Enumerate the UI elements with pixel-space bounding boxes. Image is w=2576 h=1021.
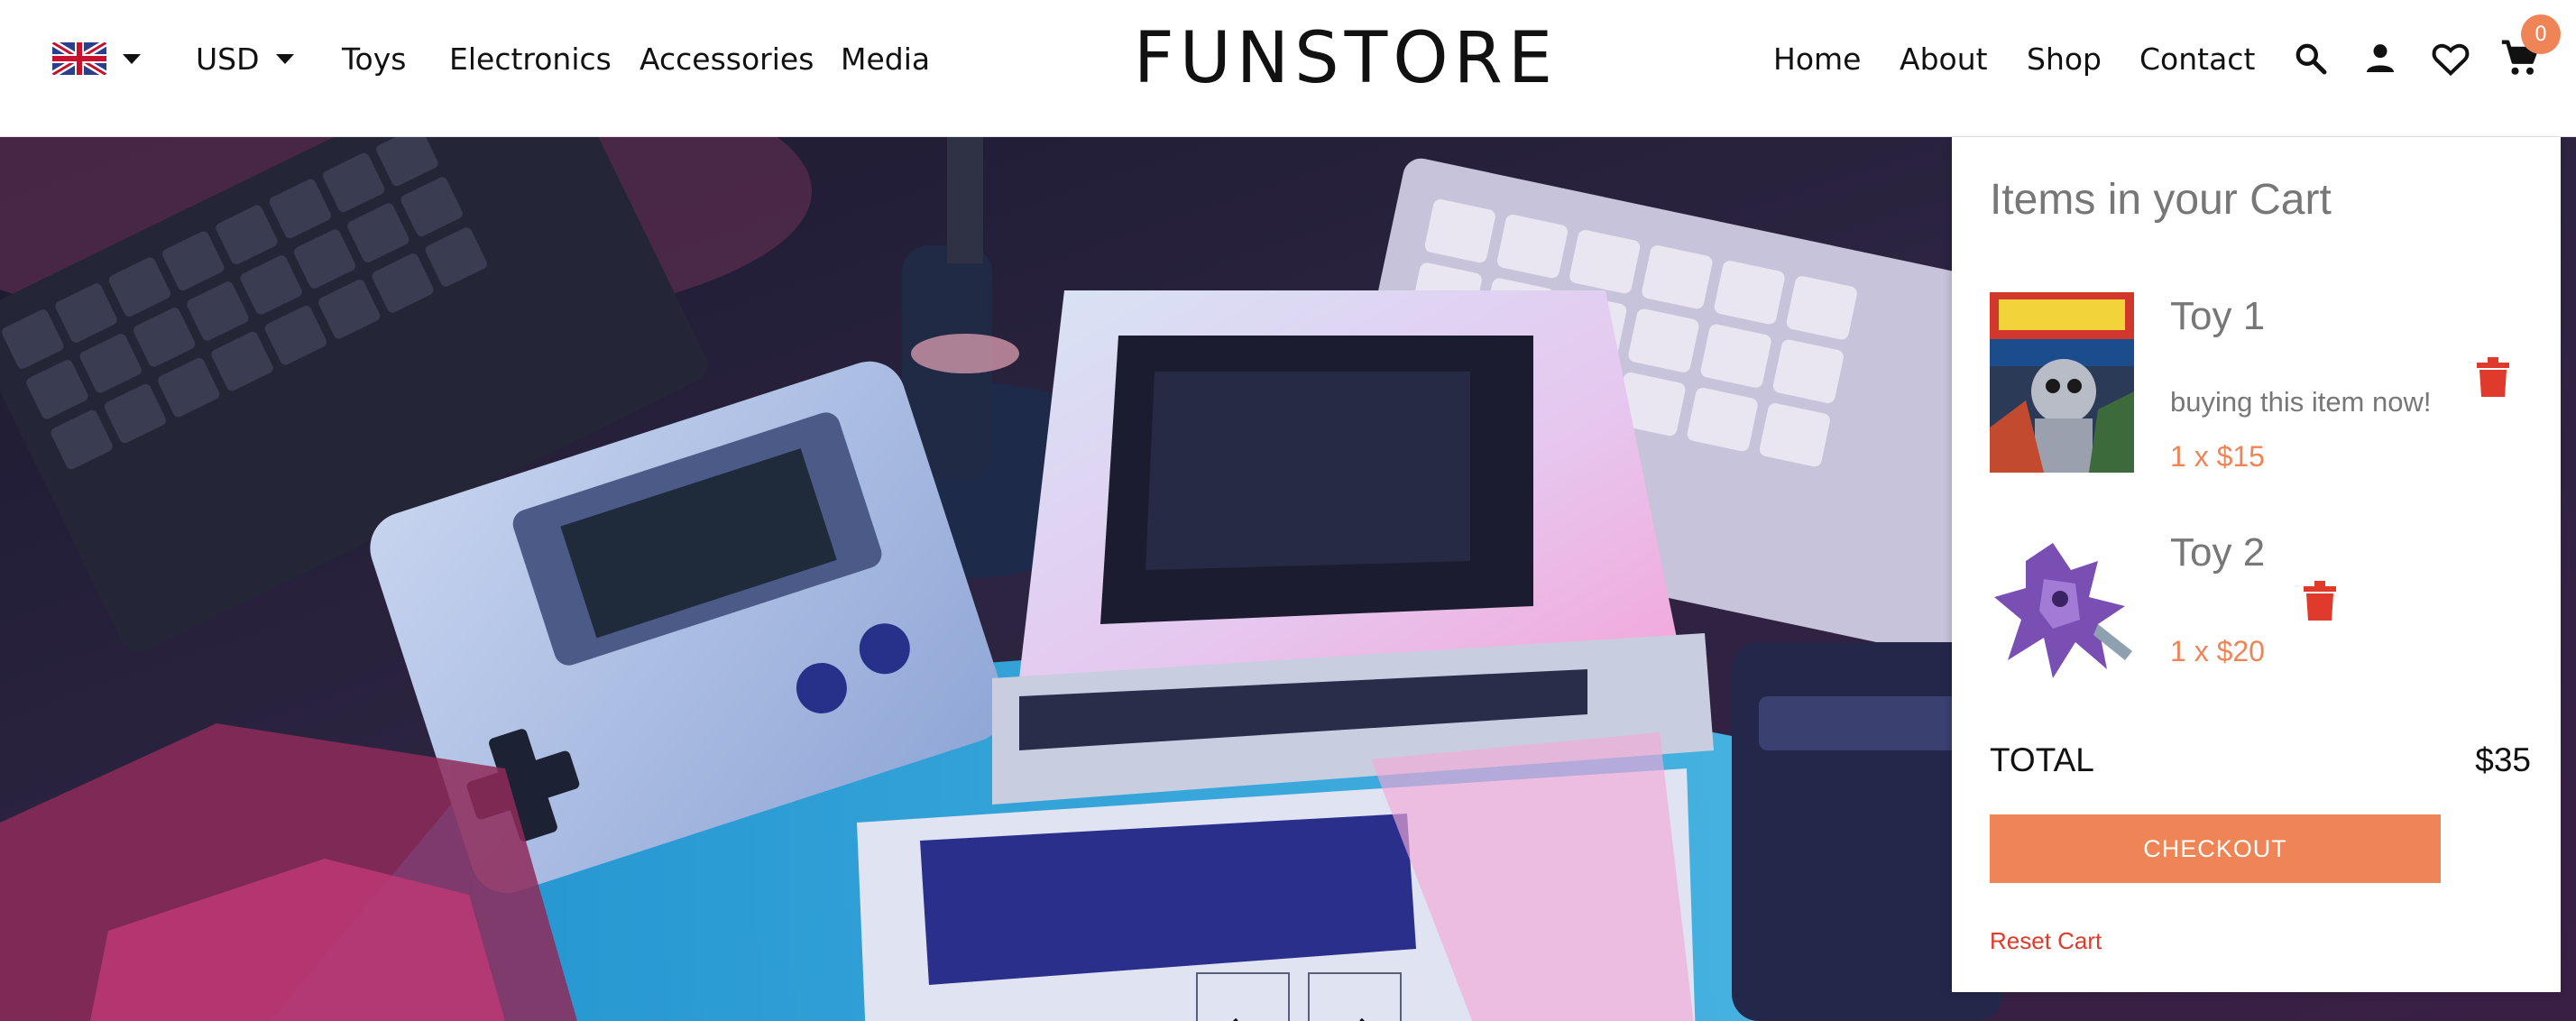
nav-home-label: Home bbox=[1773, 41, 1862, 77]
arrow-right-icon: → bbox=[1339, 1007, 1372, 1021]
search-button[interactable] bbox=[2286, 0, 2336, 117]
chevron-down-icon bbox=[123, 53, 141, 64]
nav-electronics-label: Electronics bbox=[449, 41, 612, 77]
wishlist-button[interactable] bbox=[2425, 0, 2476, 117]
remove-item-button[interactable] bbox=[2477, 357, 2509, 397]
total-label: TOTAL bbox=[1990, 741, 2094, 778]
remove-item-button[interactable] bbox=[2304, 581, 2336, 621]
nav-home[interactable]: Home bbox=[1773, 0, 1861, 117]
site-logo[interactable]: FUNSTORE bbox=[1046, 0, 1645, 117]
toy-1-image bbox=[1990, 292, 2134, 473]
search-icon bbox=[2295, 43, 2327, 75]
user-icon bbox=[2367, 44, 2394, 72]
trash-icon bbox=[2304, 581, 2336, 621]
nav-shop[interactable]: Shop bbox=[2027, 0, 2102, 117]
product-thumbnail[interactable] bbox=[1990, 534, 2134, 682]
reset-cart-link[interactable]: Reset Cart bbox=[1990, 927, 2102, 955]
cart-item-quantity: 1 x $15 bbox=[2170, 440, 2265, 473]
heart-icon bbox=[2432, 43, 2470, 77]
checkout-button[interactable]: CHECKOUT bbox=[1990, 814, 2441, 883]
cart-count-badge: 0 bbox=[2521, 14, 2561, 54]
slider-prev-button[interactable]: ← bbox=[1196, 972, 1290, 1021]
currency-selector[interactable]: USD bbox=[196, 0, 294, 117]
cart-total-row: TOTAL $35 bbox=[1990, 738, 2531, 783]
cart-title: Items in your Cart bbox=[1990, 176, 2332, 224]
cart-item: Toy 1 buying this item now! 1 x $15 bbox=[1990, 292, 2531, 482]
cart-item: Toy 2 1 x $20 bbox=[1990, 530, 2531, 687]
cart-dropdown: Items in your Cart Toy 1 buying this ite… bbox=[1952, 137, 2561, 992]
nav-media[interactable]: Media bbox=[841, 0, 930, 117]
nav-media-label: Media bbox=[841, 41, 931, 77]
nav-contact[interactable]: Contact bbox=[2139, 0, 2255, 117]
nav-toys[interactable]: Toys bbox=[342, 0, 406, 117]
account-button[interactable] bbox=[2355, 0, 2406, 117]
product-thumbnail[interactable] bbox=[1990, 292, 2134, 473]
nav-about[interactable]: About bbox=[1900, 0, 1988, 117]
toy-2-image bbox=[1990, 534, 2134, 682]
chevron-down-icon bbox=[275, 53, 294, 64]
nav-about-label: About bbox=[1900, 41, 1988, 77]
nav-accessories-label: Accessories bbox=[639, 41, 814, 77]
nav-accessories[interactable]: Accessories bbox=[639, 0, 814, 117]
trash-icon bbox=[2477, 357, 2509, 397]
nav-toys-label: Toys bbox=[342, 41, 407, 77]
cart-item-note: buying this item now! bbox=[2170, 386, 2432, 418]
cart-item-quantity: 1 x $20 bbox=[2170, 635, 2265, 667]
currency-label: USD bbox=[196, 41, 260, 77]
site-header: USD Toys Electronics Accessories Media F… bbox=[0, 0, 2576, 137]
language-selector[interactable] bbox=[52, 0, 141, 117]
cart-item-name[interactable]: Toy 2 bbox=[2170, 530, 2265, 575]
arrow-left-icon: ← bbox=[1227, 1007, 1260, 1021]
uk-flag-icon bbox=[52, 42, 106, 75]
nav-shop-label: Shop bbox=[2027, 41, 2102, 77]
cart-item-name[interactable]: Toy 1 bbox=[2170, 294, 2265, 339]
total-value: $35 bbox=[2475, 741, 2531, 778]
nav-electronics[interactable]: Electronics bbox=[449, 0, 612, 117]
nav-contact-label: Contact bbox=[2139, 41, 2256, 77]
slider-next-button[interactable]: → bbox=[1308, 972, 1402, 1021]
